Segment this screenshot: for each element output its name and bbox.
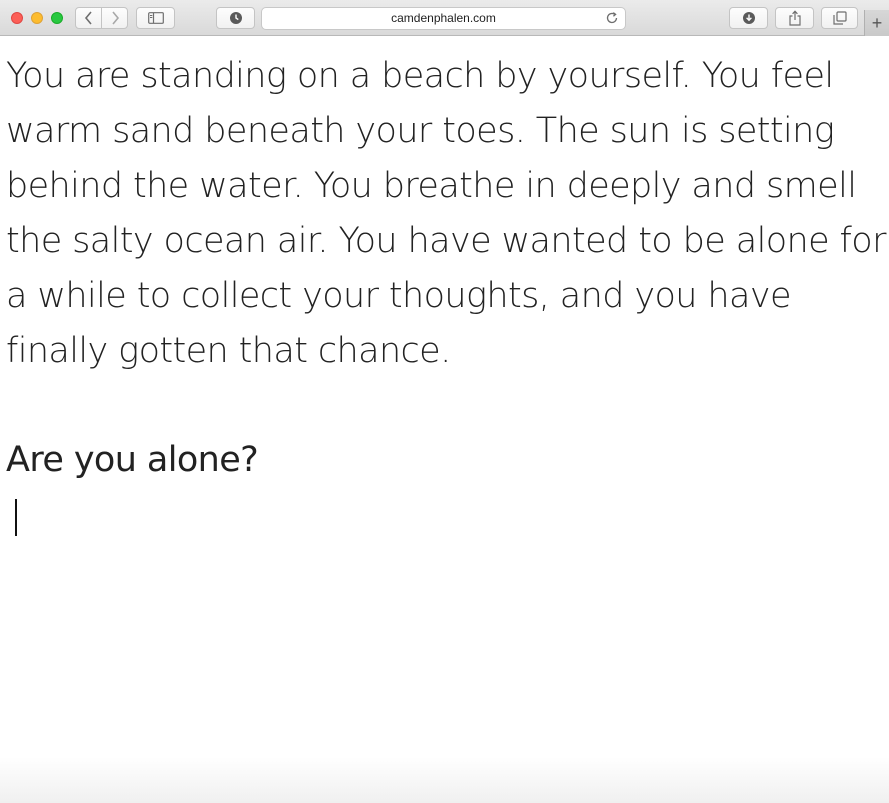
navigation-buttons	[75, 7, 128, 29]
share-button[interactable]	[775, 7, 814, 29]
forward-button[interactable]	[102, 8, 127, 28]
minimize-window-icon[interactable]	[31, 12, 43, 24]
page-content: You are standing on a beach by yourself.…	[0, 37, 889, 803]
reload-icon[interactable]	[605, 11, 619, 25]
plus-icon: +	[871, 13, 883, 33]
close-window-icon[interactable]	[11, 12, 23, 24]
share-icon	[788, 10, 801, 26]
sidebar-button[interactable]	[136, 7, 175, 29]
address-bar[interactable]: camdenphalen.com	[261, 7, 626, 30]
chevron-left-icon	[84, 11, 92, 25]
download-icon	[742, 12, 755, 24]
story-paragraph: You are standing on a beach by yourself.…	[6, 56, 886, 371]
text-cursor	[15, 499, 17, 536]
browser-toolbar: camdenphalen.com +	[0, 0, 889, 36]
tabs-overview-button[interactable]	[821, 7, 858, 29]
back-button[interactable]	[76, 8, 102, 28]
clock-icon	[229, 12, 242, 24]
sidebar-icon	[147, 12, 164, 24]
history-button[interactable]	[216, 7, 255, 29]
maximize-window-icon[interactable]	[51, 12, 63, 24]
browser-window: camdenphalen.com + You are standing on a…	[0, 0, 889, 803]
tabs-overview-icon	[832, 11, 847, 25]
chevron-right-icon	[111, 11, 119, 25]
question-text: Are you alone?	[6, 440, 259, 480]
answer-input[interactable]	[6, 494, 406, 540]
new-tab-button[interactable]: +	[864, 10, 889, 36]
url-text: camdenphalen.com	[391, 11, 496, 25]
downloads-button[interactable]	[729, 7, 768, 29]
